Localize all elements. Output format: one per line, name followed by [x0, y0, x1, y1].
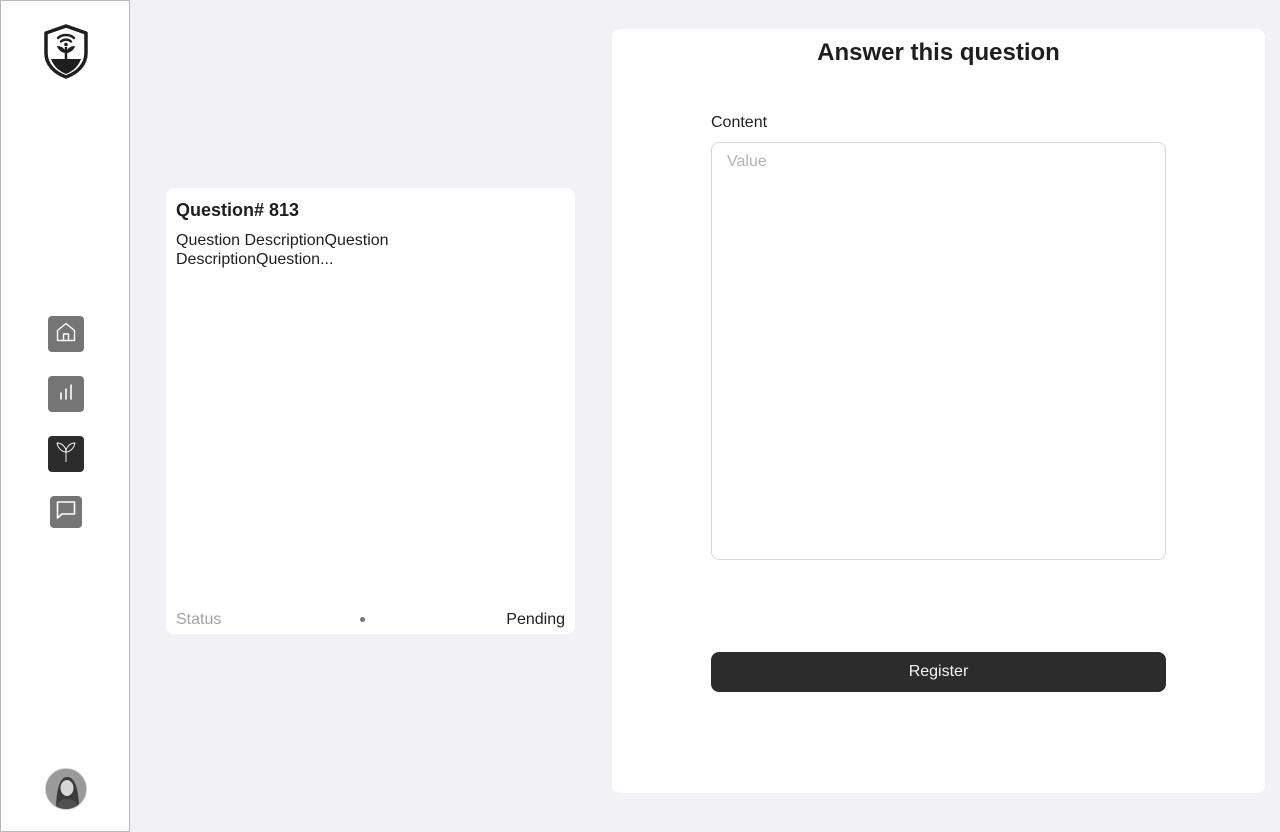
- leaf-icon: [53, 439, 79, 470]
- chat-icon: [54, 498, 78, 527]
- sidebar: [0, 0, 130, 832]
- status-label: Status: [176, 611, 222, 628]
- content-label: Content: [711, 114, 768, 131]
- answer-title: Answer this question: [817, 39, 1060, 66]
- user-avatar[interactable]: [45, 768, 87, 810]
- home-icon: [54, 320, 78, 349]
- bar-chart-icon: [54, 380, 78, 409]
- answer-panel: Answer this question Content Register: [612, 29, 1265, 793]
- question-title: Question# 813: [176, 200, 300, 220]
- nav-plants-button[interactable]: [48, 436, 84, 472]
- register-button[interactable]: Register: [711, 652, 1166, 692]
- status-separator-dot: [360, 617, 365, 622]
- question-description: Question DescriptionQuestion Description…: [176, 232, 389, 268]
- question-card[interactable]: Question# 813 Question DescriptionQuesti…: [166, 188, 575, 634]
- status-value: Pending: [506, 611, 565, 628]
- plant-shield-logo-icon[interactable]: [42, 23, 90, 79]
- nav-home-button[interactable]: [48, 316, 84, 352]
- nav-stats-button[interactable]: [48, 376, 84, 412]
- nav-messages-button[interactable]: [50, 496, 82, 528]
- content-textarea[interactable]: [711, 142, 1166, 560]
